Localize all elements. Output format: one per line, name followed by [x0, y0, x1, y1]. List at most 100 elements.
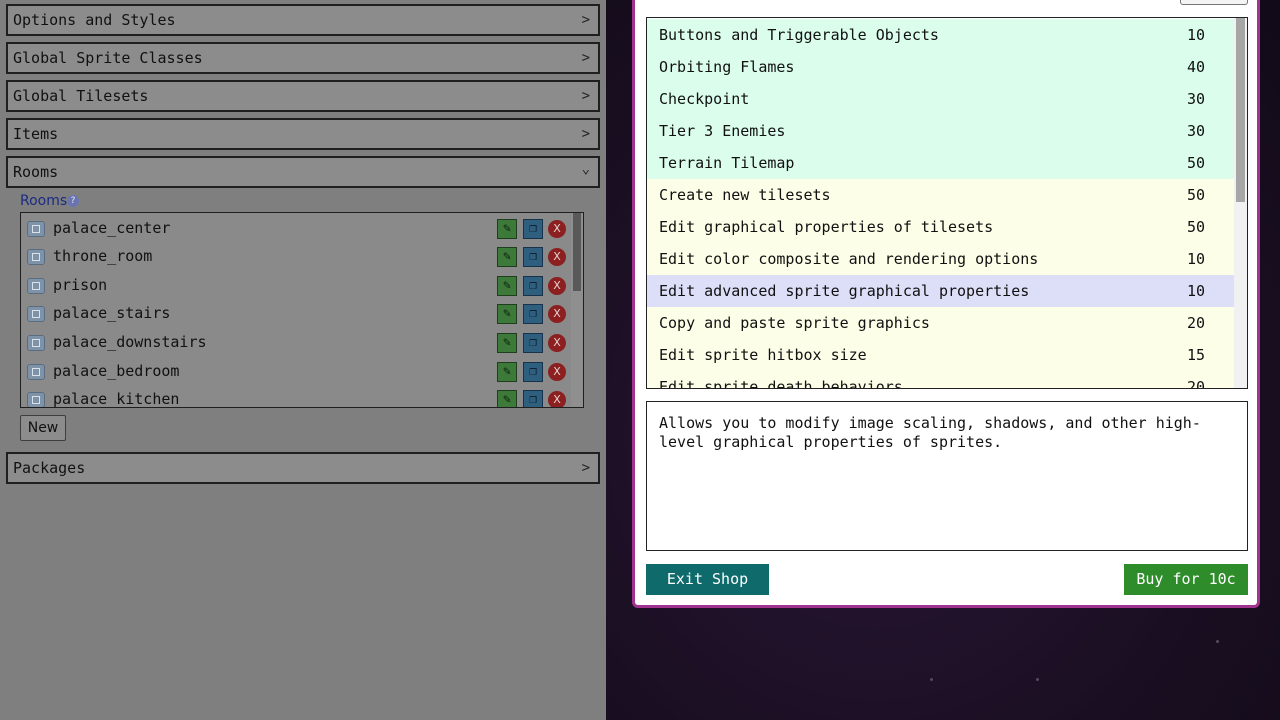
section-label: Options and Styles — [13, 11, 176, 29]
delete-icon[interactable]: X — [548, 391, 566, 407]
shop-item-selected[interactable]: Edit advanced sprite graphical propertie… — [647, 275, 1235, 307]
shop-item[interactable]: Create new tilesets 50 — [647, 179, 1235, 211]
shop-item-name: Tier 3 Enemies — [659, 122, 786, 140]
room-icon — [27, 335, 45, 351]
room-name: palace_stairs — [53, 304, 171, 322]
edit-pencil-icon[interactable]: ✎ — [497, 276, 517, 296]
shop-item-name: Orbiting Flames — [659, 58, 795, 76]
section-label: Items — [13, 125, 59, 143]
shop-item[interactable]: Tier 3 Enemies 30 — [647, 115, 1235, 147]
copy-icon[interactable]: ❐ — [523, 304, 543, 324]
shop-item[interactable]: Edit graphical properties of tilesets 50 — [647, 211, 1235, 243]
chevron-right-icon: > — [581, 88, 590, 104]
shop-item[interactable]: Orbiting Flames 40 — [647, 51, 1235, 83]
edit-pencil-icon[interactable]: ✎ — [497, 333, 517, 353]
chevron-right-icon: > — [581, 12, 590, 28]
rooms-label: Rooms — [20, 193, 68, 209]
buy-button[interactable]: Buy for 10c — [1124, 564, 1248, 595]
shop-item-price: 15 — [1187, 346, 1206, 364]
room-icon — [27, 278, 45, 294]
dialog-close-button[interactable] — [1180, 0, 1248, 5]
room-row[interactable]: palace_center ✎ ❐ X — [21, 215, 569, 243]
edit-pencil-icon[interactable]: ✎ — [497, 304, 517, 324]
shop-item-name: Edit advanced sprite graphical propertie… — [659, 282, 1030, 300]
room-icon — [27, 249, 45, 265]
room-name: palace_center — [53, 219, 171, 237]
shop-item-price: 10 — [1187, 250, 1206, 268]
shop-item-name: Edit sprite hitbox size — [659, 346, 867, 364]
scrollbar-thumb[interactable] — [1236, 18, 1245, 202]
section-label: Global Tilesets — [13, 87, 149, 105]
delete-icon[interactable]: X — [548, 248, 566, 266]
new-room-button[interactable]: New — [20, 415, 66, 441]
shop-item-name: Terrain Tilemap — [659, 154, 795, 172]
shop-item-name: Edit color composite and rendering optio… — [659, 250, 1039, 268]
shop-item[interactable]: Checkpoint 30 — [647, 83, 1235, 115]
shop-item-name: Edit sprite death behaviors — [659, 378, 903, 389]
section-items[interactable]: Items > — [6, 118, 600, 150]
shop-item[interactable]: Edit sprite death behaviors 20 — [647, 371, 1235, 389]
copy-icon[interactable]: ❐ — [523, 362, 543, 382]
section-global-tilesets[interactable]: Global Tilesets > — [6, 80, 600, 112]
shop-item[interactable]: Edit sprite hitbox size 15 — [647, 339, 1235, 371]
room-list-scrollbar[interactable] — [571, 213, 583, 407]
room-name: prison — [53, 276, 108, 294]
edit-pencil-icon[interactable]: ✎ — [497, 247, 517, 267]
room-icon — [27, 392, 45, 407]
chevron-right-icon: > — [581, 50, 590, 66]
shop-item[interactable]: Edit color composite and rendering optio… — [647, 243, 1235, 275]
room-name: palace_downstairs — [53, 333, 207, 351]
copy-icon[interactable]: ❐ — [523, 276, 543, 296]
room-icon — [27, 221, 45, 237]
shop-item-list: Buttons and Triggerable Objects 10 Orbit… — [646, 17, 1248, 389]
shop-item-price: 50 — [1187, 154, 1206, 172]
shop-item-name: Create new tilesets — [659, 186, 831, 204]
delete-icon[interactable]: X — [548, 277, 566, 295]
shop-item[interactable]: Copy and paste sprite graphics 20 — [647, 307, 1235, 339]
room-row[interactable]: palace_stairs ✎ ❐ X — [21, 300, 569, 328]
room-icon — [27, 306, 45, 322]
shop-item-name: Buttons and Triggerable Objects — [659, 26, 939, 44]
copy-icon[interactable]: ❐ — [523, 390, 543, 407]
shop-item-price: 10 — [1187, 26, 1206, 44]
edit-pencil-icon[interactable]: ✎ — [497, 390, 517, 407]
copy-icon[interactable]: ❐ — [523, 219, 543, 239]
room-row[interactable]: palace_kitchen ✎ ❐ X — [21, 386, 569, 407]
delete-icon[interactable]: X — [548, 220, 566, 238]
shop-item-price: 30 — [1187, 122, 1206, 140]
help-icon[interactable]: ? — [67, 195, 79, 207]
room-row[interactable]: throne_room ✎ ❐ X — [21, 243, 569, 271]
room-list: palace_center ✎ ❐ X throne_room ✎ ❐ X pr… — [20, 212, 584, 408]
shop-item-name: Copy and paste sprite graphics — [659, 314, 930, 332]
scrollbar-thumb[interactable] — [573, 213, 581, 291]
exit-shop-button[interactable]: Exit Shop — [646, 564, 769, 595]
shop-item[interactable]: Buttons and Triggerable Objects 10 — [647, 19, 1235, 51]
section-global-sprite-classes[interactable]: Global Sprite Classes > — [6, 42, 600, 74]
edit-pencil-icon[interactable]: ✎ — [497, 362, 517, 382]
delete-icon[interactable]: X — [548, 334, 566, 352]
room-name: throne_room — [53, 247, 153, 265]
shop-item-name: Checkpoint — [659, 90, 750, 108]
copy-icon[interactable]: ❐ — [523, 247, 543, 267]
room-icon — [27, 364, 45, 380]
shop-list-scrollbar[interactable] — [1234, 18, 1247, 388]
shop-item-price: 20 — [1187, 378, 1206, 389]
delete-icon[interactable]: X — [548, 363, 566, 381]
section-rooms[interactable]: Rooms ⌄ — [6, 156, 600, 188]
shop-item[interactable]: Terrain Tilemap 50 — [647, 147, 1235, 179]
room-row[interactable]: prison ✎ ❐ X — [21, 272, 569, 300]
shop-item-price: 20 — [1187, 314, 1206, 332]
delete-icon[interactable]: X — [548, 305, 566, 323]
star-decoration — [930, 678, 933, 681]
star-decoration — [1216, 640, 1219, 643]
room-row[interactable]: palace_downstairs ✎ ❐ X — [21, 329, 569, 357]
section-options-and-styles[interactable]: Options and Styles > — [6, 4, 600, 36]
copy-icon[interactable]: ❐ — [523, 333, 543, 353]
section-packages[interactable]: Packages > — [6, 452, 600, 484]
section-label: Global Sprite Classes — [13, 49, 203, 67]
shop-item-price: 50 — [1187, 186, 1206, 204]
chevron-right-icon: > — [581, 126, 590, 142]
edit-pencil-icon[interactable]: ✎ — [497, 219, 517, 239]
chevron-down-icon: ⌄ — [581, 161, 590, 177]
room-row[interactable]: palace_bedroom ✎ ❐ X — [21, 358, 569, 386]
